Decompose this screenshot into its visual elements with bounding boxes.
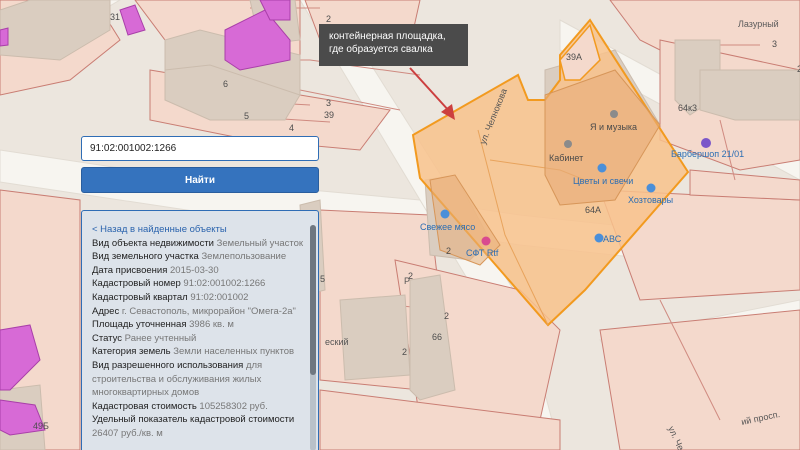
info-row-label: Кадастровый квартал bbox=[92, 291, 188, 303]
house-number-2c: 2 bbox=[444, 311, 449, 321]
annotation-tooltip: контейнерная площадка, где образуется св… bbox=[319, 24, 468, 66]
info-row: Адрес г. Севастополь, микрорайон "Омега-… bbox=[92, 305, 306, 319]
house-number-2: 2 bbox=[326, 14, 331, 24]
place-label-lazurny: Лазурный bbox=[738, 19, 779, 29]
info-row-label: Вид разрешенного использования bbox=[92, 359, 244, 371]
info-row-label: Вид объекта недвижимости bbox=[92, 237, 214, 249]
house-number-3b: 3 bbox=[772, 39, 777, 49]
info-row-value: 105258302 руб. bbox=[199, 400, 268, 412]
info-row: Категория земель Земли населенных пункто… bbox=[92, 345, 306, 359]
house-number-6: 6 bbox=[223, 79, 228, 89]
info-row-label: Площадь уточненная bbox=[92, 319, 187, 331]
house-number-66: 66 bbox=[432, 332, 442, 342]
flower-shop-icon bbox=[597, 163, 607, 173]
info-row-value: 91:02:001002:1266 bbox=[183, 278, 266, 290]
house-number-31: 31 bbox=[110, 12, 120, 22]
search-button[interactable]: Найти bbox=[81, 167, 319, 193]
info-row-value: 91:02:001002 bbox=[190, 291, 249, 303]
info-row: Дата присвоения 2015-03-30 bbox=[92, 264, 306, 278]
house-number-4: 4 bbox=[289, 123, 294, 133]
house-number-2b: 2 bbox=[446, 246, 451, 256]
info-row: Вид разрешенного использования для строи… bbox=[92, 359, 306, 400]
info-row-value: Ранее учтенный bbox=[124, 332, 197, 344]
tooltip-line-1: контейнерная площадка, bbox=[329, 31, 446, 42]
info-row-label: Статус bbox=[92, 332, 123, 344]
office-icon bbox=[564, 140, 572, 148]
sports-icon bbox=[481, 236, 491, 246]
info-row-label: Удельный показатель кадастровой стоимост… bbox=[92, 414, 295, 426]
music-icon bbox=[610, 110, 618, 118]
svg-text:АВС: АВС bbox=[603, 234, 622, 244]
back-to-results-link[interactable]: < Назад в найденные объекты bbox=[92, 223, 306, 237]
house-number-5: 5 bbox=[244, 111, 249, 121]
info-scrollbar[interactable] bbox=[310, 225, 316, 450]
street-label-r: Р bbox=[404, 276, 410, 286]
house-number-64a: 64А bbox=[585, 205, 601, 215]
info-row: Вид объекта недвижимости Земельный участ… bbox=[92, 237, 306, 251]
house-number-3: 3 bbox=[326, 98, 331, 108]
info-row-label: Кадастровая стоимость bbox=[92, 400, 197, 412]
info-row-value: 2015-03-30 bbox=[170, 264, 219, 276]
info-row: Кадастровый квартал 91:02:001002 bbox=[92, 291, 306, 305]
info-row: Площадь уточненная 3986 кв. м bbox=[92, 318, 306, 332]
cadastral-search-input[interactable] bbox=[81, 136, 319, 161]
svg-text:Я и музыка: Я и музыка bbox=[590, 122, 637, 132]
info-row-label: Адрес bbox=[92, 305, 120, 317]
info-row: Вид земельного участка Землепользование bbox=[92, 250, 306, 264]
info-row-label: Вид земельного участка bbox=[92, 251, 199, 263]
info-row-value: Земельный участок bbox=[216, 237, 304, 249]
info-row: Удельный показатель кадастровой стоимост… bbox=[92, 413, 306, 440]
info-row-label: Кадастровый номер bbox=[92, 278, 181, 290]
info-row-value: Земли населенных пунктов bbox=[173, 346, 295, 358]
poi-avs[interactable]: АВС bbox=[594, 233, 622, 245]
house-number-2d: 2 bbox=[402, 347, 407, 357]
info-scrollbar-thumb[interactable] bbox=[310, 225, 316, 375]
house-number-49b: 49Б bbox=[33, 421, 49, 431]
info-row-value: Землепользование bbox=[201, 251, 287, 263]
house-number-64k3: 64к3 bbox=[678, 103, 697, 113]
info-row-value: г. Севастополь, микрорайон "Омега-2а" bbox=[121, 305, 296, 317]
house-number-39: 39 bbox=[324, 110, 334, 120]
object-info-panel: < Назад в найденные объекты Вид объекта … bbox=[81, 210, 319, 450]
info-row-value: 26407 руб./кв. м bbox=[92, 427, 163, 439]
house-number-5b: 5 bbox=[320, 274, 325, 284]
tooltip-line-2: где образуется свалка bbox=[329, 44, 433, 55]
svg-text:Барбершоп 21/01: Барбершоп 21/01 bbox=[671, 149, 744, 159]
meat-shop-icon bbox=[440, 209, 450, 219]
info-row: Статус Ранее учтенный bbox=[92, 332, 306, 346]
svg-text:Цветы и свечи: Цветы и свечи bbox=[573, 176, 633, 186]
svg-text:СФТ Rtf: СФТ Rtf bbox=[466, 248, 499, 258]
info-row-value: 3986 кв. м bbox=[189, 319, 234, 331]
info-row-label: Дата присвоения bbox=[92, 264, 168, 276]
object-info-content: < Назад в найденные объекты Вид объекта … bbox=[92, 223, 306, 441]
svg-text:Хозтовары: Хозтовары bbox=[628, 195, 673, 205]
info-row: Кадастровый номер 91:02:001002:1266 bbox=[92, 277, 306, 291]
scissors-icon bbox=[701, 138, 711, 148]
house-number-39a: 39А bbox=[566, 52, 582, 62]
street-label-eskiy: еский bbox=[325, 337, 349, 347]
svg-text:Свежее мясо: Свежее мясо bbox=[420, 222, 475, 232]
info-row: Кадастровая стоимость 105258302 руб. bbox=[92, 400, 306, 414]
svg-text:Кабинет: Кабинет bbox=[549, 153, 583, 163]
info-row-label: Категория земель bbox=[92, 346, 171, 358]
hardware-shop-icon bbox=[646, 183, 656, 193]
